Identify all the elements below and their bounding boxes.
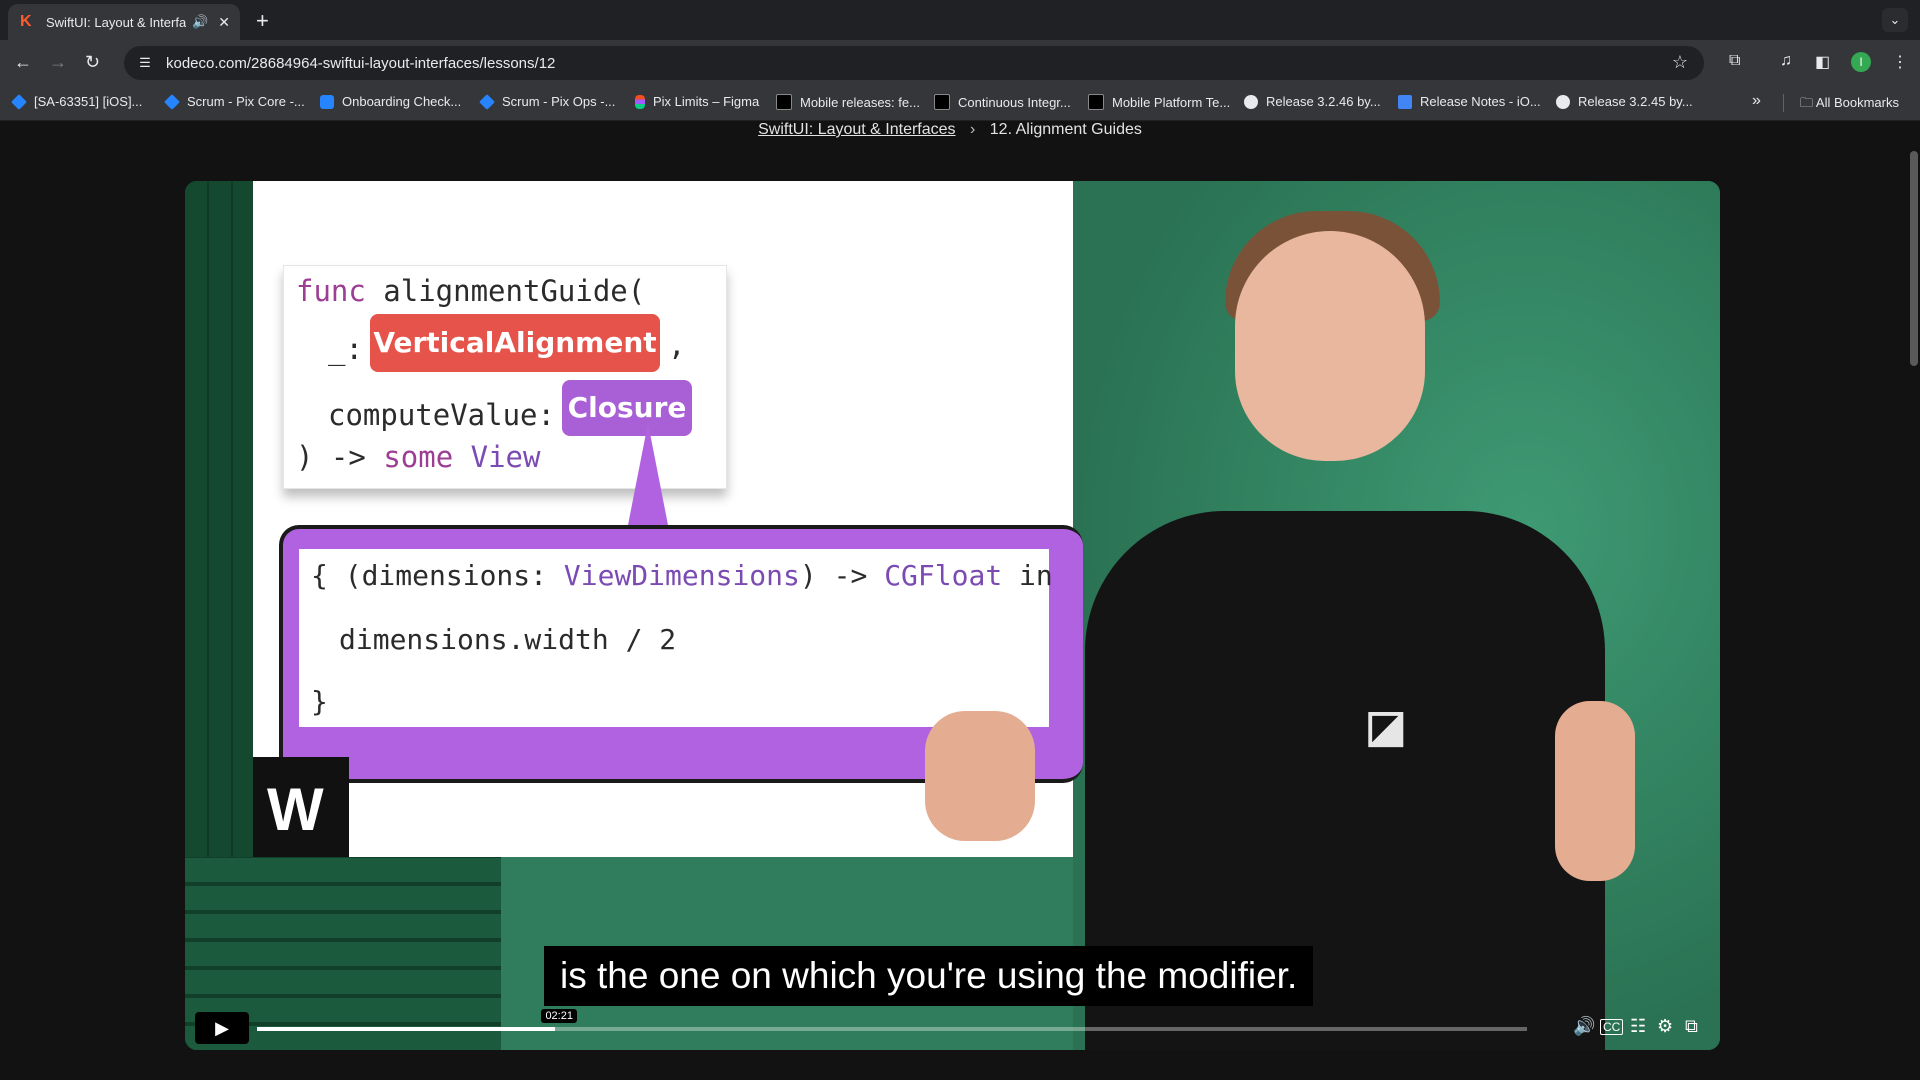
code-line: }: [311, 685, 328, 718]
page-content: SwiftUI: Layout & Interfaces › 12. Align…: [0, 121, 1920, 1080]
subtitle-caption: is the one on which you're using the mod…: [544, 946, 1314, 1006]
closure-pill: Closure: [562, 380, 692, 436]
video-player[interactable]: func alignmentGuide( _: VerticalAlignmen…: [185, 181, 1720, 1050]
jira-icon: [164, 93, 180, 110]
url-text[interactable]: kodeco.com/28684964-swiftui-layout-inter…: [166, 55, 555, 72]
bookmark-item[interactable]: Scrum - Pix Core -...: [164, 93, 305, 110]
shirt-logo-icon: ◪: [1365, 702, 1407, 751]
bookmark-item[interactable]: Continuous Integr...: [934, 94, 1071, 110]
picture-in-picture-icon[interactable]: ⧉: [1685, 1016, 1698, 1037]
closed-captions-icon[interactable]: CC: [1600, 1019, 1624, 1035]
transcript-icon[interactable]: ☷: [1630, 1016, 1646, 1037]
github-icon: [1244, 94, 1258, 109]
kodeco-favicon-icon: K: [20, 13, 32, 30]
bookmark-item[interactable]: Scrum - Pix Ops -...: [479, 93, 615, 110]
progress-fill: [257, 1027, 556, 1031]
speaker-icon[interactable]: 🔊: [192, 14, 208, 30]
logo-mark-icon: W: [267, 776, 324, 843]
reload-icon[interactable]: ↻: [85, 52, 100, 73]
tab-search-icon[interactable]: ⌄: [1882, 8, 1908, 32]
browser-tab[interactable]: K SwiftUI: Layout & Interfac 🔊 ✕: [8, 4, 240, 40]
figma-icon: [635, 94, 645, 109]
vertical-alignment-pill: VerticalAlignment: [370, 314, 660, 372]
tab-strip: K SwiftUI: Layout & Interfac 🔊 ✕ + ⌄: [0, 0, 1920, 40]
address-bar[interactable]: ☰ kodeco.com/28684964-swiftui-layout-int…: [124, 46, 1704, 80]
jira-icon: [11, 93, 27, 110]
volume-icon[interactable]: 🔊: [1573, 1016, 1595, 1037]
presenter-hand: [925, 711, 1035, 841]
folder-icon: 🗀: [1800, 95, 1816, 110]
breadcrumb-current: 12. Alignment Guides: [989, 121, 1142, 138]
chevron-right-icon: ›: [970, 121, 976, 138]
tab-title: SwiftUI: Layout & Interfac: [46, 14, 186, 30]
profile-avatar[interactable]: I: [1851, 52, 1871, 72]
bookmark-item[interactable]: Release Notes - iO...: [1398, 94, 1541, 109]
play-button[interactable]: ▶: [195, 1012, 249, 1044]
code-line: _:: [328, 332, 363, 366]
code-line: ) -> some View: [296, 440, 541, 474]
browser-toolbar: ← → ↻ ☰ kodeco.com/28684964-swiftui-layo…: [0, 40, 1920, 86]
progress-bar[interactable]: 02:21: [257, 1009, 1527, 1031]
code-line: func alignmentGuide(: [296, 274, 646, 308]
closure-code: { (dimensions: ViewDimensions) -> CGFloa…: [299, 549, 1053, 727]
ci-icon: [776, 94, 792, 110]
divider: [1783, 94, 1784, 112]
ci-icon: [1088, 94, 1104, 110]
code-line: computeValue:: [328, 398, 555, 432]
time-tooltip: 02:21: [541, 1009, 577, 1023]
all-bookmarks[interactable]: 🗀 All Bookmarks: [1800, 94, 1899, 116]
media-controls-icon[interactable]: ♫: [1780, 52, 1792, 70]
bookmark-item[interactable]: Release 3.2.45 by...: [1556, 94, 1693, 109]
menu-icon[interactable]: ⋮: [1892, 52, 1908, 72]
code-line: dimensions.width / 2: [339, 623, 677, 656]
bookmark-item[interactable]: Mobile releases: fe...: [776, 94, 920, 110]
new-tab-button[interactable]: +: [256, 8, 269, 34]
google-docs-icon: [1398, 94, 1412, 109]
chevron-double-right-icon[interactable]: »: [1752, 92, 1761, 110]
close-tab-icon[interactable]: ✕: [218, 14, 230, 31]
video-controls: ▶ 02:21 🔊 CC ☷ ⚙ ⧉: [185, 1009, 1720, 1050]
back-icon[interactable]: ←: [14, 52, 32, 73]
bookmark-star-icon[interactable]: ☆: [1672, 52, 1688, 73]
bookmark-item[interactable]: [SA-63351] [iOS]...: [11, 93, 142, 110]
bookmarks-bar: [SA-63351] [iOS]... Scrum - Pix Core -..…: [0, 86, 1920, 121]
ci-icon: [934, 94, 950, 110]
breadcrumb-course-link[interactable]: SwiftUI: Layout & Interfaces: [758, 121, 955, 138]
side-panel-icon[interactable]: ◧: [1815, 52, 1830, 72]
presenter-head: [1235, 231, 1425, 461]
bookmark-item[interactable]: Onboarding Check...: [320, 94, 461, 109]
jira-icon: [479, 93, 495, 110]
github-icon: [1556, 94, 1570, 109]
code-line: { (dimensions: ViewDimensions) -> CGFloa…: [311, 559, 1053, 592]
bookmark-item[interactable]: Release 3.2.46 by...: [1244, 94, 1381, 109]
bookmark-item[interactable]: Mobile Platform Te...: [1088, 94, 1230, 110]
code-line: ,: [668, 328, 686, 362]
presenter-hand: [1555, 701, 1635, 881]
kodeco-logo: W: [253, 757, 349, 857]
site-info-icon[interactable]: ☰: [134, 52, 156, 74]
bubble-tail: [628, 423, 668, 525]
breadcrumb: SwiftUI: Layout & Interfaces › 12. Align…: [0, 121, 1900, 139]
forward-icon[interactable]: →: [49, 52, 67, 73]
settings-gear-icon[interactable]: ⚙: [1657, 1016, 1673, 1037]
extensions-icon[interactable]: ⧉: [1729, 52, 1740, 70]
scrollbar[interactable]: [1910, 151, 1918, 366]
confluence-icon: [320, 94, 334, 109]
bookmark-item[interactable]: Pix Limits – Figma: [635, 94, 759, 109]
